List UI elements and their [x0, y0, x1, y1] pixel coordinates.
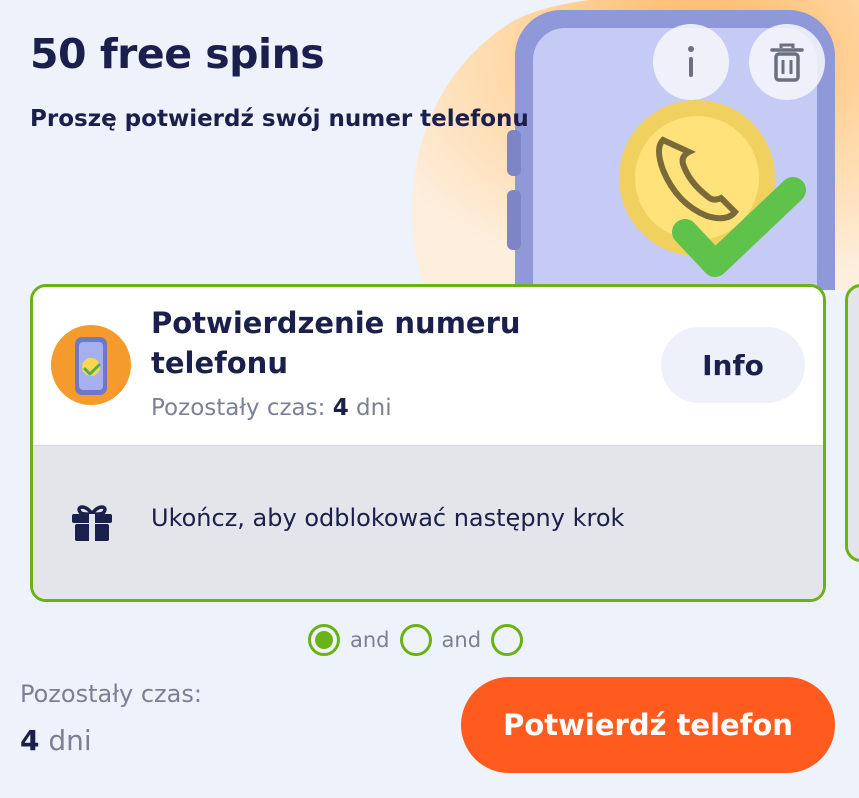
task-reward-section: Ukończ, aby odblokować następny krok [33, 445, 823, 599]
task-title: Potwierdzenie numeru telefonu [151, 306, 521, 380]
step-progress: and and [308, 620, 524, 660]
task-time-unit: dni [356, 395, 392, 421]
step-separator: and [350, 628, 390, 652]
footer-time-value: 4 [20, 724, 40, 757]
footer-time-remaining: 4 dni [20, 724, 92, 757]
task-time-label: Pozostały czas: [151, 395, 326, 421]
task-info-button[interactable]: Info [661, 327, 805, 403]
footer-time-label: Pozostały czas: [20, 680, 202, 708]
step-separator: and [441, 628, 482, 652]
step-indicator-3 [491, 624, 524, 656]
next-task-card-peek[interactable] [845, 284, 859, 562]
page-title: 50 free spins [30, 30, 325, 78]
phone-task-avatar [51, 325, 131, 405]
step-indicator-2 [399, 624, 432, 656]
footer-time-unit: dni [48, 724, 92, 757]
info-button[interactable] [653, 24, 729, 100]
gift-icon [72, 505, 112, 541]
page-subtitle: Proszę potwierdź swój numer telefonu [30, 106, 529, 132]
confirm-phone-button[interactable]: Potwierdź telefon [461, 677, 835, 773]
step-indicator-1-complete [308, 624, 340, 656]
task-time-value: 4 [332, 395, 349, 421]
delete-button[interactable] [749, 24, 825, 100]
task-reward-text: Ukończ, aby odblokować następny krok [151, 504, 625, 532]
task-card: Potwierdzenie numeru telefonu Pozostały … [30, 284, 826, 602]
task-card-header: Potwierdzenie numeru telefonu Pozostały … [33, 287, 823, 445]
task-time-remaining: Pozostały czas: 4 dni [151, 395, 392, 421]
info-icon [688, 46, 694, 77]
trash-icon [770, 43, 804, 82]
